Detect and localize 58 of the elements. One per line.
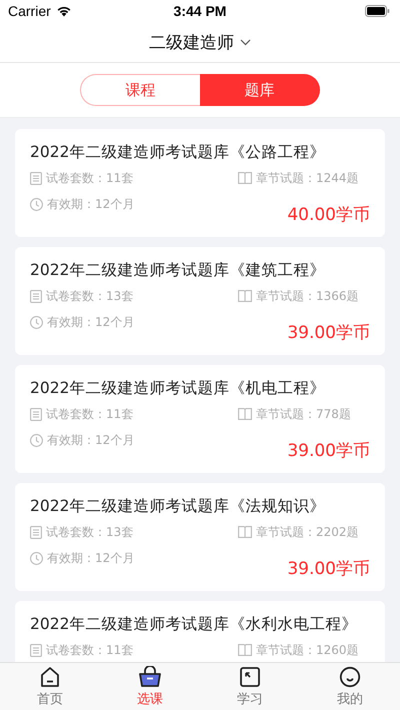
chapter-questions: 章节试题：778题 <box>256 406 351 422</box>
course-card[interactable]: 2022年二级建造师考试题库《建筑工程》 试卷套数：13套 章节试题：1366题 有效期：12个月 39.00学币 <box>15 247 385 355</box>
home-icon <box>39 666 61 688</box>
course-card[interactable]: 2022年二级建造师考试题库《水利水电工程》 试卷套数：11套 章节试题：1260题 <box>15 601 385 662</box>
paper-count: 试卷套数：13套 <box>46 524 134 540</box>
price: 40.00学币 <box>287 204 370 226</box>
tab-bar-item[interactable]: 我的 <box>300 663 400 710</box>
chapter-questions: 章节试题：1260题 <box>256 642 359 658</box>
document-icon <box>30 526 42 538</box>
document-icon <box>30 644 42 656</box>
validity-period: 有效期：12个月 <box>47 314 134 330</box>
book-icon <box>238 172 252 184</box>
price: 39.00学币 <box>287 440 370 462</box>
clock-icon <box>30 434 43 446</box>
chevron-down-icon <box>240 38 251 46</box>
wifi-icon <box>56 5 72 17</box>
carrier-text: Carrier <box>8 3 51 19</box>
paper-count: 试卷套数：13套 <box>46 288 134 304</box>
paper-count: 试卷套数：11套 <box>46 642 134 658</box>
document-icon <box>30 290 42 302</box>
price: 39.00学币 <box>287 558 370 580</box>
tab-bar-item[interactable]: 学习 <box>200 663 300 710</box>
document-icon <box>30 408 42 420</box>
chapter-questions: 章节试题：1244题 <box>256 170 359 186</box>
paper-count: 试卷套数：11套 <box>46 170 134 186</box>
card-title: 2022年二级建造师考试题库《机电工程》 <box>30 378 326 399</box>
segment-tab[interactable]: 课程 <box>80 74 200 106</box>
book-icon <box>238 644 252 656</box>
tab-bar-item[interactable]: 首页 <box>0 663 100 710</box>
tab-bar-item[interactable]: 选课 <box>100 663 200 710</box>
book-icon <box>238 526 252 538</box>
clock-icon <box>30 552 43 564</box>
price: 39.00学币 <box>287 322 370 344</box>
card-title: 2022年二级建造师考试题库《公路工程》 <box>30 142 326 163</box>
document-icon <box>30 172 42 184</box>
battery-icon <box>365 5 390 17</box>
smiley-icon <box>339 666 361 688</box>
card-title: 2022年二级建造师考试题库《水利水电工程》 <box>30 614 358 635</box>
clock-icon <box>30 198 43 210</box>
validity-period: 有效期：12个月 <box>47 550 134 566</box>
card-title: 2022年二级建造师考试题库《建筑工程》 <box>30 260 326 281</box>
paper-count: 试卷套数：11套 <box>46 406 134 422</box>
course-card[interactable]: 2022年二级建造师考试题库《公路工程》 试卷套数：11套 章节试题：1244题 有效期：12个月 40.00学币 <box>15 129 385 237</box>
course-card[interactable]: 2022年二级建造师考试题库《机电工程》 试卷套数：11套 章节试题：778题 有效期：12个月 39.00学币 <box>15 365 385 473</box>
basket-icon <box>138 666 162 688</box>
card-title: 2022年二级建造师考试题库《法规知识》 <box>30 496 326 517</box>
book-icon <box>238 408 252 420</box>
status-time: 3:44 PM <box>174 3 226 19</box>
clock-icon <box>30 316 43 328</box>
validity-period: 有效期：12个月 <box>47 196 134 212</box>
course-card[interactable]: 2022年二级建造师考试题库《法规知识》 试卷套数：13套 章节试题：2202题 有效期：12个月 39.00学币 <box>15 483 385 591</box>
segment-tab[interactable]: 题库 <box>200 74 320 106</box>
chapter-questions: 章节试题：1366题 <box>256 288 359 304</box>
validity-period: 有效期：12个月 <box>47 432 134 448</box>
chapter-questions: 章节试题：2202题 <box>256 524 359 540</box>
arrow-square-icon <box>239 666 261 688</box>
book-icon <box>238 290 252 302</box>
category-dropdown[interactable]: 二级建造师 <box>149 30 251 54</box>
